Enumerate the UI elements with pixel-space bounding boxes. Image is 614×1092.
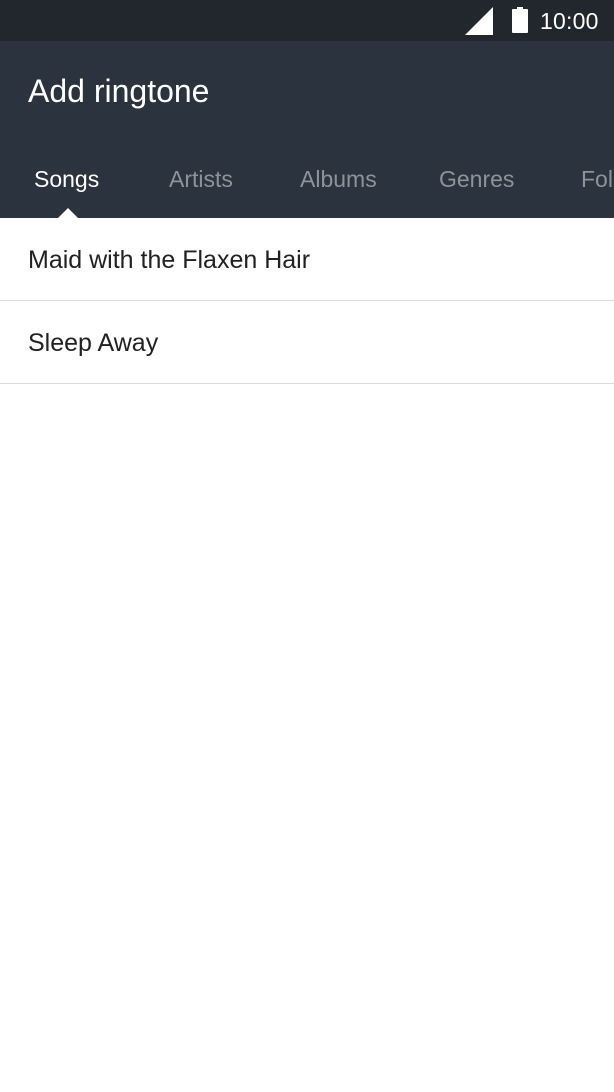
tab-folders[interactable]: Folders [581,166,614,192]
battery-icon [512,7,528,33]
song-title: Maid with the Flaxen Hair [28,246,311,274]
status-bar: 10:00 [0,0,614,41]
tab-genres[interactable]: Genres [439,166,514,192]
status-time: 10:00 [540,8,599,34]
active-tab-indicator [57,208,79,218]
tab-artists[interactable]: Artists [169,166,233,192]
page-title: Add ringtone [28,73,210,109]
song-list: Maid with the Flaxen Hair Sleep Away [0,218,614,384]
signal-icon [465,7,493,35]
list-item[interactable]: Sleep Away [0,301,614,384]
tab-songs[interactable]: Songs [34,166,99,192]
app-bar: Add ringtone Songs Artists Albums Genres… [0,41,614,218]
tab-albums[interactable]: Albums [300,166,377,192]
tab-bar: Songs Artists Albums Genres Folders [0,157,614,218]
list-item[interactable]: Maid with the Flaxen Hair [0,218,614,301]
screen: 10:00 Add ringtone Songs Artists Albums … [0,0,614,1092]
song-title: Sleep Away [28,329,159,357]
